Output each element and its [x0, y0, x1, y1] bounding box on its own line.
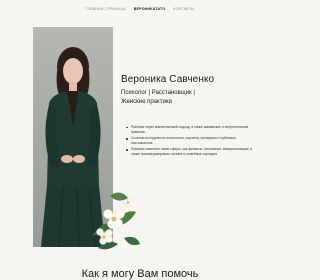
roles-text: Психолог | Расстановщик | Женские практи…	[121, 89, 195, 107]
roles-line-2: Женские практики	[121, 99, 172, 105]
about-bullets: Работаю через аналитический подход, а та…	[126, 125, 256, 159]
nav-link-home[interactable]: ГЛАВНАЯ СТРАНИЦА	[86, 7, 126, 11]
bullet-item: Помогаю изменить такие сферы, как финанс…	[126, 147, 256, 157]
top-nav: ГЛАВНАЯ СТРАНИЦА ВЕРОНИКАТАТО КОНТАКТЫ	[0, 0, 280, 18]
section-title: Как я могу Вам помочь	[81, 268, 199, 280]
nav-link-contacts[interactable]: КОНТАКТЫ	[173, 7, 194, 11]
flower-decoration	[92, 192, 140, 250]
bullet-item: Сочетаю инструменты психологии, коучинга…	[126, 136, 256, 146]
roles-line-1: Психолог | Расстановщик |	[121, 90, 195, 96]
bullet-item: Работаю через аналитический подход, а та…	[126, 125, 256, 135]
nav-link-about[interactable]: ВЕРОНИКАТАТО	[134, 7, 166, 11]
person-name: Вероника Савченко	[121, 73, 215, 85]
